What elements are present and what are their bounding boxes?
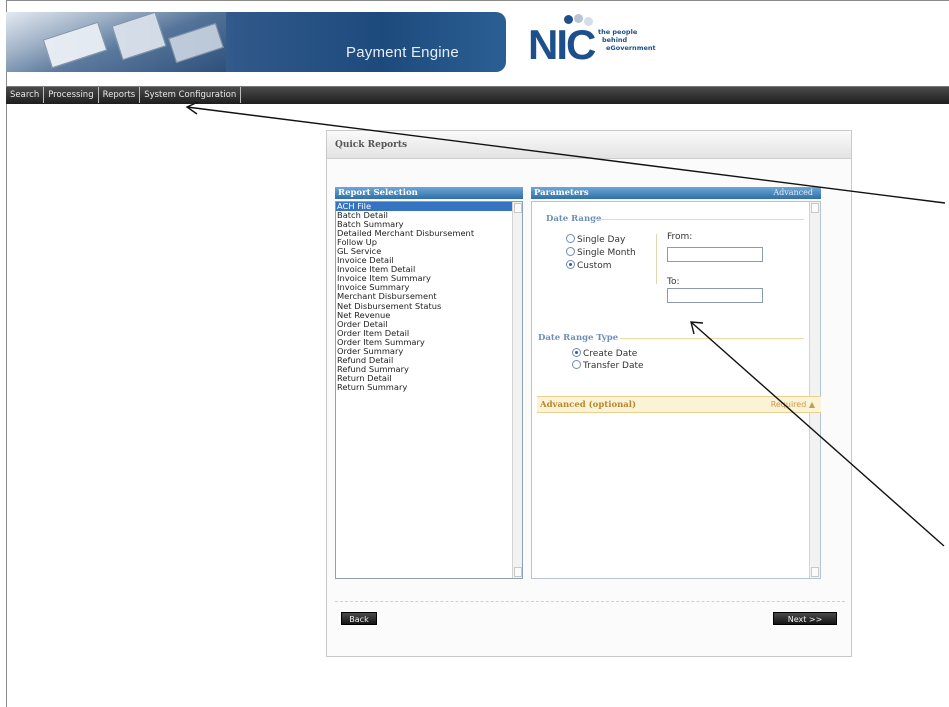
date-range-type-title: Date Range Type [538,333,619,343]
next-button[interactable]: Next >> [773,612,837,625]
credit-card-graphic [111,12,167,61]
radio-icon [566,234,575,243]
radio-create-date[interactable]: Create Date [572,348,637,359]
scroll-up-icon[interactable] [514,203,522,213]
radio-icon [566,247,575,256]
radio-transfer-date[interactable]: Transfer Date [572,360,644,371]
header-banner: Payment Engine [6,12,506,72]
nav-processing[interactable]: Processing [44,87,99,103]
radio-selected-icon [566,260,575,269]
divider [620,338,804,339]
radio-single-month[interactable]: Single Month [566,247,636,258]
to-label: To: [667,277,680,287]
parameters-scrollbar[interactable] [809,202,820,578]
nav-system-configuration[interactable]: System Configuration [140,87,242,103]
radio-icon [572,360,581,369]
radio-custom[interactable]: Custom [566,260,611,271]
radio-selected-icon [572,348,581,357]
quick-reports-panel: Quick Reports Report Selection Parameter… [326,130,852,657]
scroll-up-icon[interactable] [811,203,819,213]
logo-wordmark: NIC [528,21,596,68]
required-label: Required ▲ [770,400,815,409]
nic-logo: NIC the people behind eGovernment [524,14,674,72]
to-date-input[interactable] [667,288,763,303]
credit-card-graphic [42,21,108,69]
divider [594,219,804,220]
parameters-heading-label: Parameters [534,188,589,198]
nav-search[interactable]: Search [6,87,45,103]
radio-single-day[interactable]: Single Day [566,234,625,245]
panel-title: Quick Reports [335,140,408,150]
scroll-down-icon[interactable] [811,567,819,577]
parameters-box: Date Range Single Day Single Month Custo… [531,201,821,579]
scroll-down-icon[interactable] [514,567,522,577]
report-selection-heading: Report Selection [335,187,523,199]
report-items: ACH File Batch Detail Batch Summary Detaile… [336,202,522,392]
from-label: From: [667,232,693,242]
report-list-item[interactable]: Return Summary [336,382,522,392]
nav-reports[interactable]: Reports [99,87,141,103]
app-title: Payment Engine [346,44,459,61]
divider [656,234,657,284]
credit-card-graphic [168,22,224,64]
parameters-heading: Parameters Advanced [531,187,821,199]
report-list-scrollbar[interactable] [512,202,522,578]
advanced-optional-title: Advanced (optional) [540,400,637,410]
advanced-link[interactable]: Advanced [773,187,813,199]
main-nav: Search Processing Reports System Configu… [6,86,949,104]
button-row [335,601,845,602]
panel-header: Quick Reports [327,131,851,159]
logo-tagline: the people behind eGovernment [598,28,656,52]
from-date-input[interactable] [667,247,763,262]
triangle-up-icon: ▲ [808,400,815,409]
back-button[interactable]: Back [341,612,377,625]
report-list[interactable]: ACH File Batch Detail Batch Summary Detaile… [335,201,523,579]
banner-credit-card-image [6,12,226,72]
advanced-optional-bar[interactable]: Advanced (optional) Required ▲ [537,396,821,413]
